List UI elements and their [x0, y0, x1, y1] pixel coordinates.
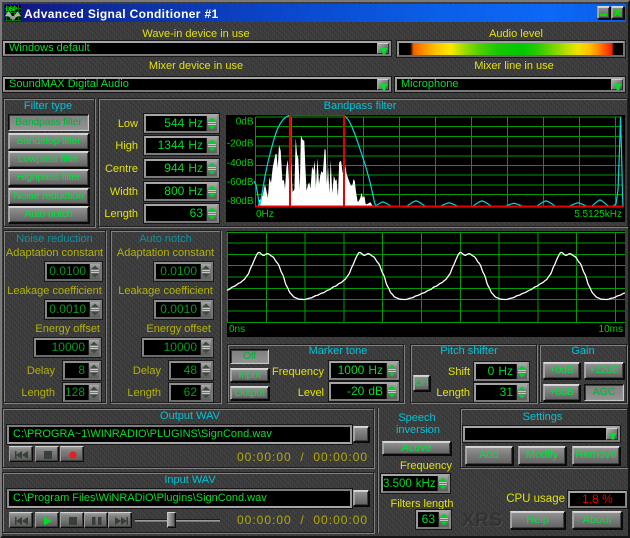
- svg-text:-20dB: -20dB: [227, 138, 254, 149]
- svg-text:0dB: 0dB: [236, 117, 254, 128]
- svg-text:-40dB: -40dB: [227, 158, 254, 169]
- svg-text:-80dB: -80dB: [227, 196, 254, 207]
- svg-text:0Hz: 0Hz: [256, 209, 274, 220]
- svg-text:10ms: 10ms: [599, 324, 623, 335]
- svg-text:5.5125kHz: 5.5125kHz: [574, 209, 622, 220]
- svg-text:0ns: 0ns: [229, 324, 245, 335]
- svg-text:DSP: DSP: [6, 7, 17, 13]
- svg-text:-60dB: -60dB: [227, 177, 254, 188]
